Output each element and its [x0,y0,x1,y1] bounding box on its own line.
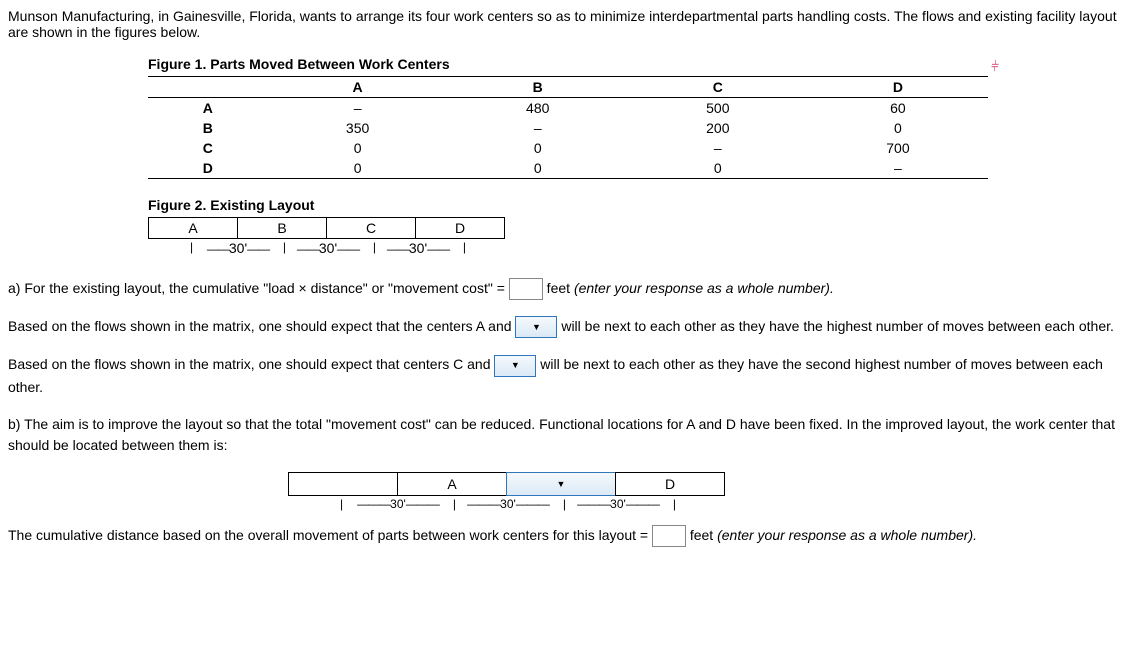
layout-cell-C: C [326,217,416,239]
adjacent-to-C-select[interactable] [494,355,536,377]
question-a-line2: Based on the flows shown in the matrix, … [8,316,1119,338]
layout-cell-D: D [415,217,505,239]
dimension-segment: ———30'———| [453,497,563,511]
layout-b-cell-A: A [397,472,507,496]
question-b-final: The cumulative distance based on the ove… [8,525,1119,547]
col-header: C [628,77,808,98]
row-header: A [148,98,268,119]
layout-b-cell-blank [288,472,398,496]
table-cell: 0 [268,158,448,179]
question-b-intro: b) The aim is to improve the layout so t… [8,414,1119,456]
table-cell: 480 [448,98,628,119]
adjacent-to-A-select[interactable] [515,316,557,338]
improved-layout-diagram: A D |———30'———| ———30'———| ———30'———| [288,472,1119,511]
dimension-segment: ———30'———| [563,497,673,511]
dimension-segment: ——30'——| [283,240,373,256]
table-cell: 0 [808,118,988,138]
layout-cell-A: A [148,217,238,239]
row-header: D [148,158,268,179]
figure1-title: Figure 1. Parts Moved Between Work Cente… [148,56,450,72]
table-cell: 0 [268,138,448,158]
layout-b-cell-D: D [615,472,725,496]
figure2-title: Figure 2. Existing Layout [148,197,314,213]
table-cell: – [268,98,448,119]
dimension-segment: ——30'——| [373,240,463,256]
table-cell: 500 [628,98,808,119]
table-cell: 0 [448,138,628,158]
table-cell: 0 [628,158,808,179]
col-header: A [268,77,448,98]
question-a-line3: Based on the flows shown in the matrix, … [8,354,1119,397]
problem-intro: Munson Manufacturing, in Gainesville, Fl… [8,8,1119,40]
dimension-segment: |———30'———| [343,497,453,511]
table-cell: 700 [808,138,988,158]
dimension-segment: |——30'——| [193,240,283,256]
col-header: B [448,77,628,98]
col-header: D [808,77,988,98]
existing-layout-diagram: A B C D |——30'——| ——30'——| ——30'——| [148,217,1119,256]
table-cell: 0 [448,158,628,179]
pageup-icon[interactable]: ⫩ [991,58,1119,75]
table-cell: 350 [268,118,448,138]
table-cell: – [808,158,988,179]
layout-cell-B: B [237,217,327,239]
table-cell: 60 [808,98,988,119]
question-a-line1: a) For the existing layout, the cumulati… [8,278,1119,300]
layout-b-middle-select[interactable] [506,472,616,496]
parts-moved-table: A B C D A – 480 500 60 B 350 – 200 0 C 0… [148,76,988,179]
table-cell: – [628,138,808,158]
row-header: C [148,138,268,158]
movement-cost-input[interactable] [509,278,543,300]
table-cell: – [448,118,628,138]
improved-cost-input[interactable] [652,525,686,547]
row-header: B [148,118,268,138]
table-cell: 200 [628,118,808,138]
